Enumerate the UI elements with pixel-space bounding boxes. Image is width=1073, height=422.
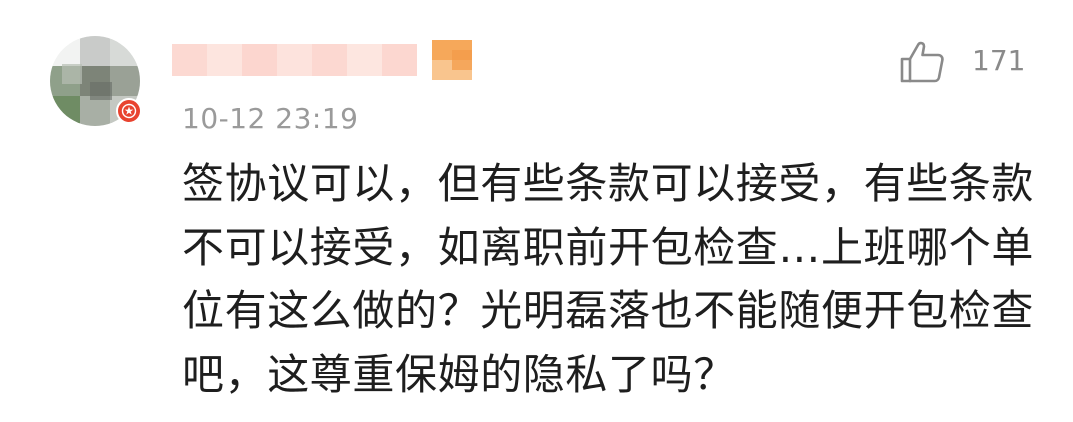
username-blurred[interactable] bbox=[172, 40, 477, 80]
comment-timestamp: 10-12 23:19 bbox=[182, 102, 359, 135]
thumbs-up-icon bbox=[900, 41, 944, 83]
verified-badge bbox=[116, 98, 142, 124]
like-button[interactable]: 171 bbox=[898, 36, 1025, 86]
comment-item: 10-12 23:19 171 签协议可以，但有些条款可以接受，有些条款 不可以… bbox=[0, 0, 1073, 422]
like-count: 171 bbox=[972, 44, 1026, 77]
comment-text: 签协议可以，但有些条款可以接受，有些条款 不可以接受，如离职前开包检查…上班哪个… bbox=[182, 159, 1035, 399]
verified-star-icon bbox=[121, 103, 137, 119]
